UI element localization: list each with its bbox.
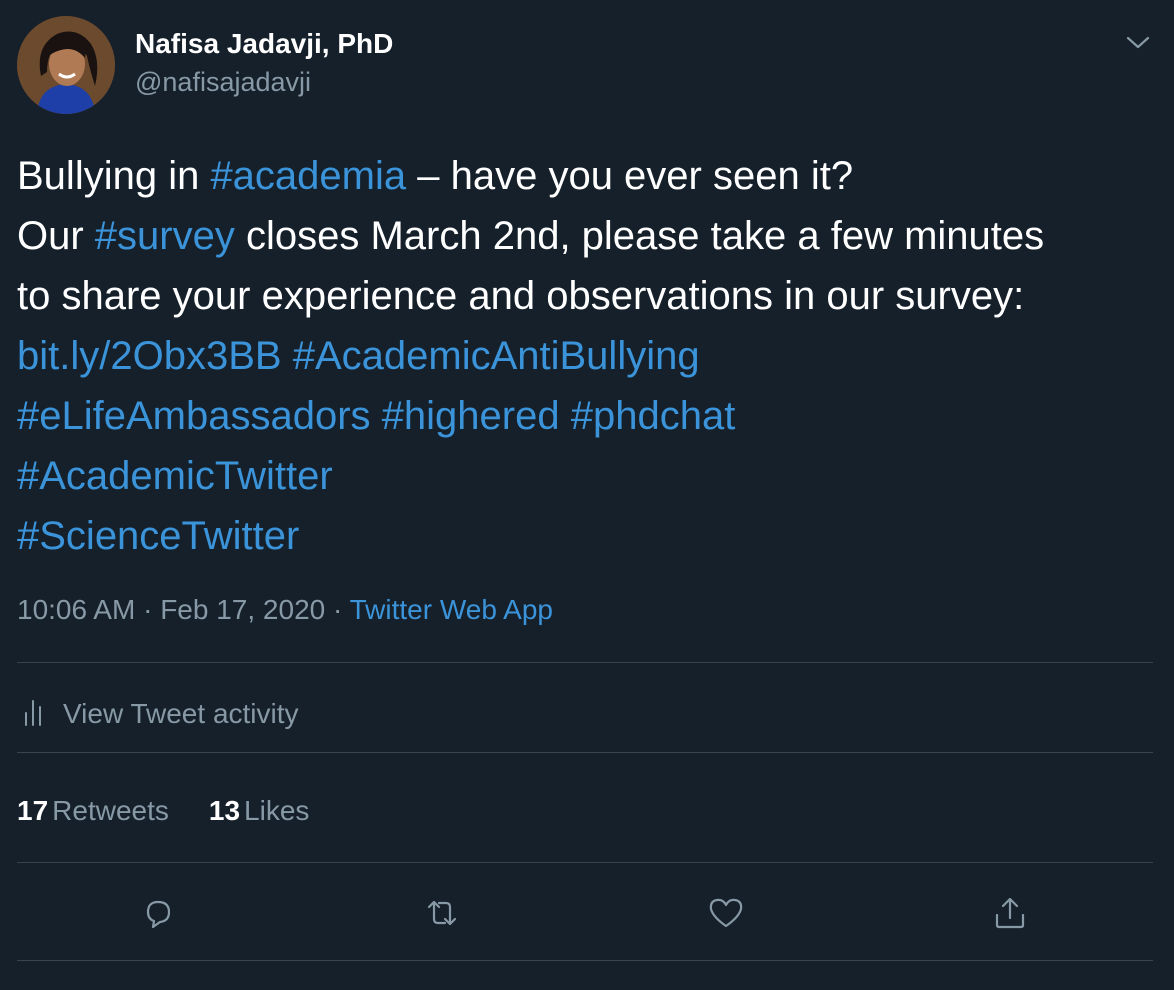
tweet-text: Bullying in #academia – have you ever se… — [17, 146, 1162, 566]
likes-stat[interactable]: 13 Likes — [209, 795, 310, 827]
tweet-line: Bullying in #academia – have you ever se… — [17, 146, 1162, 206]
retweets-count: 17 — [17, 795, 49, 826]
divider — [17, 752, 1153, 753]
hashtag-phdchat[interactable]: #phdchat — [571, 394, 736, 438]
tweet-line: to share your experience and observation… — [17, 274, 1025, 318]
retweet-icon[interactable] — [420, 891, 464, 935]
divider — [17, 662, 1153, 663]
hashtag-survey[interactable]: #survey — [95, 214, 235, 258]
tweet-text-segment: – have you ever seen it? — [406, 154, 854, 198]
tweet-text-segment: closes March 2nd, please take a few minu… — [234, 214, 1045, 258]
tweet-meta: 10:06 AM · Feb 17, 2020 · Twitter Web Ap… — [17, 594, 553, 626]
tweet-stats: 17 Retweets 13 Likes — [17, 795, 349, 827]
tweet-line: #ScienceTwitter — [17, 506, 1162, 566]
meta-separator: · — [143, 594, 153, 625]
tweet-line: #eLifeAmbassadors #highered #phdchat — [17, 386, 1162, 446]
tweet-text-segment: Bullying in — [17, 154, 211, 198]
view-tweet-activity-button[interactable]: View Tweet activity — [17, 694, 299, 734]
share-icon[interactable] — [988, 891, 1032, 935]
hashtag-academic-twitter[interactable]: #AcademicTwitter — [17, 454, 333, 498]
retweets-label: Retweets — [52, 795, 169, 826]
meta-separator: · — [333, 594, 343, 625]
tweet-text-segment: Our — [17, 214, 95, 258]
tweet-detail: Nafisa Jadavji, PhD @nafisajadavji Bully… — [0, 0, 1174, 990]
likes-label: Likes — [244, 795, 310, 826]
likes-count: 13 — [208, 795, 241, 826]
tweet-line: Our #survey closes March 2nd, please tak… — [17, 206, 1162, 266]
divider — [17, 960, 1153, 961]
author-name[interactable]: Nafisa Jadavji, PhD — [135, 28, 393, 60]
tweet-time[interactable]: 10:06 AM — [17, 594, 135, 625]
bar-chart-icon — [17, 695, 49, 734]
survey-link[interactable]: bit.ly/2Obx3BB — [17, 334, 282, 378]
retweets-stat[interactable]: 17 Retweets — [17, 795, 169, 827]
chevron-down-icon[interactable] — [1124, 30, 1152, 54]
reply-icon[interactable] — [136, 891, 180, 935]
tweet-line: #AcademicTwitter — [17, 446, 1162, 506]
hashtag-academia[interactable]: #academia — [210, 154, 406, 198]
tweet-line: bit.ly/2Obx3BB #AcademicAntiBullying — [17, 326, 1162, 386]
hashtag-elife-ambassadors[interactable]: #eLifeAmbassadors — [17, 394, 371, 438]
view-tweet-activity-label: View Tweet activity — [63, 698, 299, 729]
hashtag-science-twitter[interactable]: #ScienceTwitter — [17, 514, 299, 558]
divider — [17, 862, 1153, 863]
like-icon[interactable] — [704, 891, 748, 935]
hashtag-highered[interactable]: #highered — [382, 394, 560, 438]
hashtag-academic-anti-bullying[interactable]: #AcademicAntiBullying — [293, 334, 700, 378]
tweet-source-app[interactable]: Twitter Web App — [350, 594, 553, 625]
tweet-date[interactable]: Feb 17, 2020 — [160, 594, 325, 625]
avatar[interactable] — [17, 16, 115, 114]
author-handle[interactable]: @nafisajadavji — [135, 67, 311, 98]
